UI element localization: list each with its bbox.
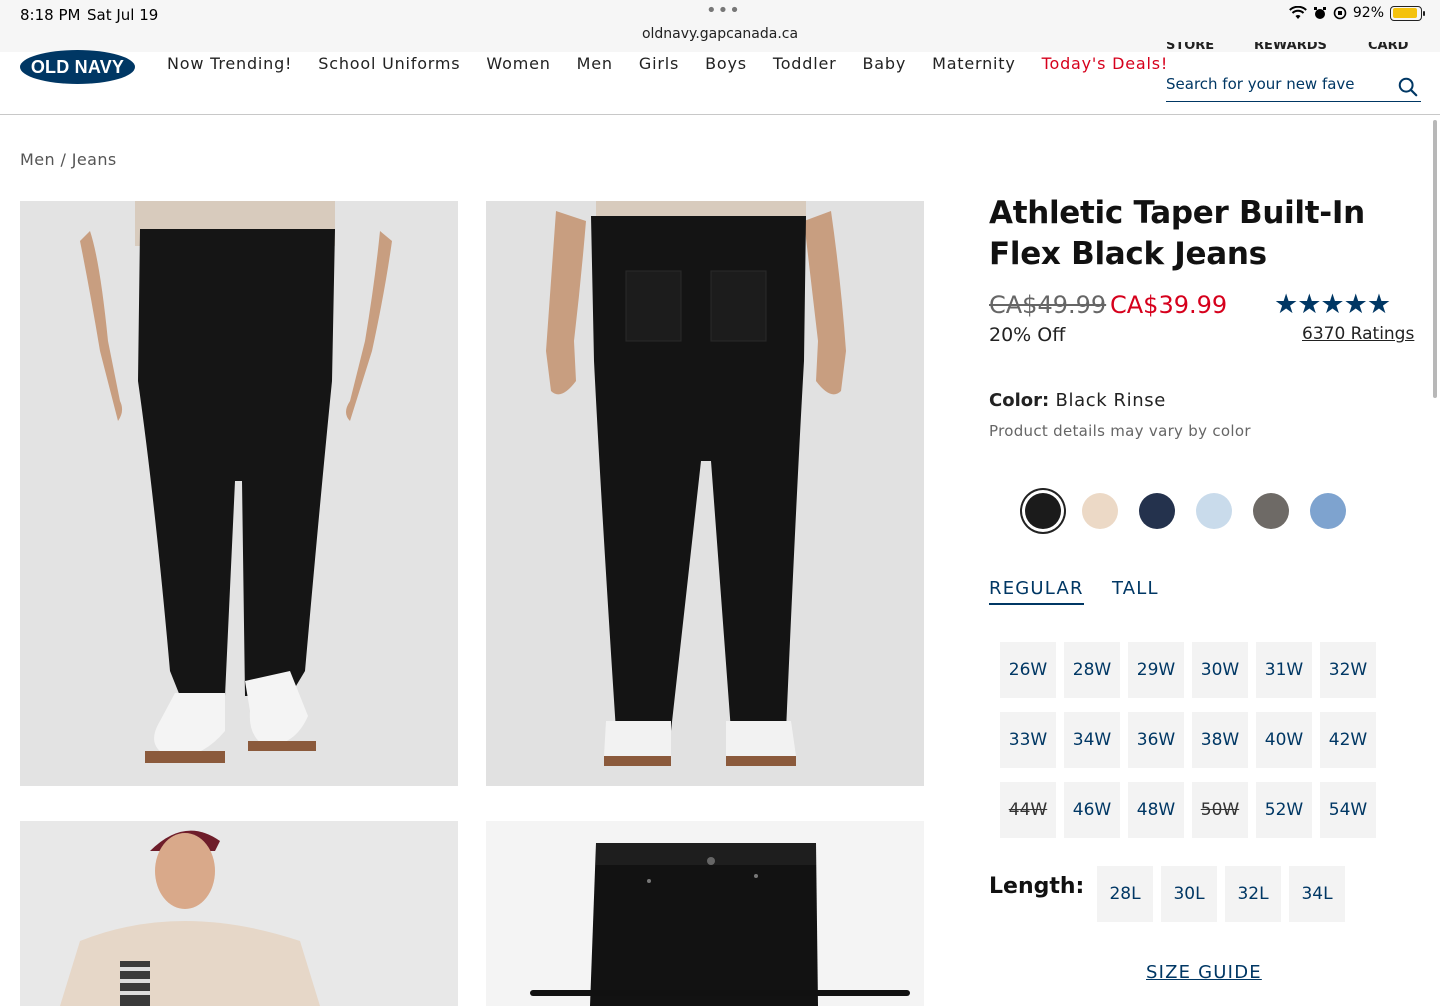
waist-size-button[interactable]: 29W (1128, 642, 1184, 698)
color-swatch[interactable] (1253, 493, 1289, 529)
battery-level (1392, 8, 1418, 18)
length-size-button[interactable]: 32L (1225, 866, 1281, 922)
size-guide-link[interactable]: SIZE GUIDE (1146, 962, 1262, 983)
utility-link-card[interactable]: CARD (1368, 42, 1408, 53)
nav-item-today-s-deals[interactable]: Today's Deals! (1042, 54, 1168, 73)
color-swatch[interactable] (1310, 493, 1346, 529)
utility-link-rewards[interactable]: REWARDS (1254, 42, 1327, 53)
color-note: Product details may vary by color (989, 422, 1251, 440)
utility-link-store[interactable]: STORE (1166, 42, 1214, 53)
length-size-button[interactable]: 28L (1097, 866, 1153, 922)
nav-item-baby[interactable]: Baby (862, 54, 906, 73)
waist-size-button[interactable]: 54W (1320, 782, 1376, 838)
waist-size-button[interactable]: 52W (1256, 782, 1312, 838)
nav-item-maternity[interactable]: Maternity (932, 54, 1016, 73)
waist-size-button[interactable]: 32W (1320, 642, 1376, 698)
nav-item-school-uniforms[interactable]: School Uniforms (318, 54, 460, 73)
waist-size-button[interactable]: 33W (1000, 712, 1056, 768)
site-header: OLD NAVY Now Trending! School Uniforms Wom… (0, 42, 1440, 115)
length-size-button[interactable]: 30L (1161, 866, 1217, 922)
main-nav: Now Trending! School Uniforms Women Men Girl… (167, 54, 1194, 73)
waist-size-button[interactable]: 31W (1256, 642, 1312, 698)
battery-icon (1390, 5, 1425, 21)
color-line: Color: Black Rinse (989, 390, 1166, 411)
color-swatch[interactable] (1139, 493, 1175, 529)
search-input[interactable] (1166, 75, 1386, 93)
status-indicators: 92% (1288, 5, 1425, 21)
nav-item-girls[interactable]: Girls (639, 54, 679, 73)
color-label: Color: (989, 390, 1050, 411)
search-icon[interactable] (1397, 76, 1419, 98)
nav-item-now-trending[interactable]: Now Trending! (167, 54, 292, 73)
home-indicator[interactable] (530, 990, 910, 996)
waist-size-button[interactable]: 44W (1000, 782, 1056, 838)
fit-tab-regular[interactable]: REGULAR (989, 578, 1084, 605)
waist-size-button[interactable]: 34W (1064, 712, 1120, 768)
waist-size-button[interactable]: 26W (1000, 642, 1056, 698)
battery-percent: 92% (1352, 5, 1384, 21)
nav-item-men[interactable]: Men (577, 54, 613, 73)
rating-stars-icon[interactable]: ★★★★★ (1274, 289, 1391, 320)
url-bar[interactable]: oldnavy.gapcanada.ca (0, 26, 1440, 42)
sale-price: CA$39.99 (1110, 291, 1228, 319)
waist-size-button[interactable]: 28W (1064, 642, 1120, 698)
waist-size-button[interactable]: 42W (1320, 712, 1376, 768)
product-title: Athletic Taper Built-In Flex Black Jeans (989, 195, 1365, 272)
fit-tab-tall[interactable]: TALL (1112, 578, 1159, 599)
status-time: 8:18 PM (20, 6, 81, 24)
length-size-button[interactable]: 34L (1289, 866, 1345, 922)
waist-size-button[interactable]: 30W (1192, 642, 1248, 698)
utility-nav: STORE REWARDS CARD (1166, 42, 1416, 58)
status-date: Sat Jul 19 (87, 6, 159, 24)
color-swatch[interactable] (1025, 493, 1061, 529)
product-image-front[interactable] (20, 201, 458, 786)
color-swatch[interactable] (1082, 493, 1118, 529)
color-swatch[interactable] (1196, 493, 1232, 529)
waist-size-button[interactable]: 38W (1192, 712, 1248, 768)
nav-item-women[interactable]: Women (486, 54, 550, 73)
waist-size-button[interactable]: 50W (1192, 782, 1248, 838)
wifi-icon (1288, 6, 1307, 19)
waist-size-button[interactable]: 40W (1256, 712, 1312, 768)
product-image-back[interactable] (486, 201, 924, 786)
search-box (1166, 74, 1421, 102)
more-dots-icon[interactable]: ••• (706, 0, 741, 21)
nav-item-toddler[interactable]: Toddler (773, 54, 837, 73)
ratings-link[interactable]: 6370 Ratings (1302, 324, 1414, 344)
color-value: Black Rinse (1055, 390, 1166, 411)
breadcrumb[interactable]: Men / Jeans (20, 150, 117, 169)
discount-label: 20% Off (989, 324, 1066, 346)
original-price: CA$49.99 (989, 291, 1107, 319)
product-image-model[interactable] (20, 821, 458, 1006)
waist-size-button[interactable]: 36W (1128, 712, 1184, 768)
product-image-flat[interactable] (486, 821, 924, 1006)
waist-size-button[interactable]: 48W (1128, 782, 1184, 838)
nav-item-boys[interactable]: Boys (705, 54, 747, 73)
old-navy-logo[interactable]: OLD NAVY (20, 50, 135, 84)
alarm-icon (1313, 7, 1326, 19)
orientation-lock-icon (1333, 6, 1347, 20)
waist-size-button[interactable]: 46W (1064, 782, 1120, 838)
page-scrollbar[interactable] (1433, 120, 1437, 398)
length-label: Length: (989, 874, 1085, 899)
